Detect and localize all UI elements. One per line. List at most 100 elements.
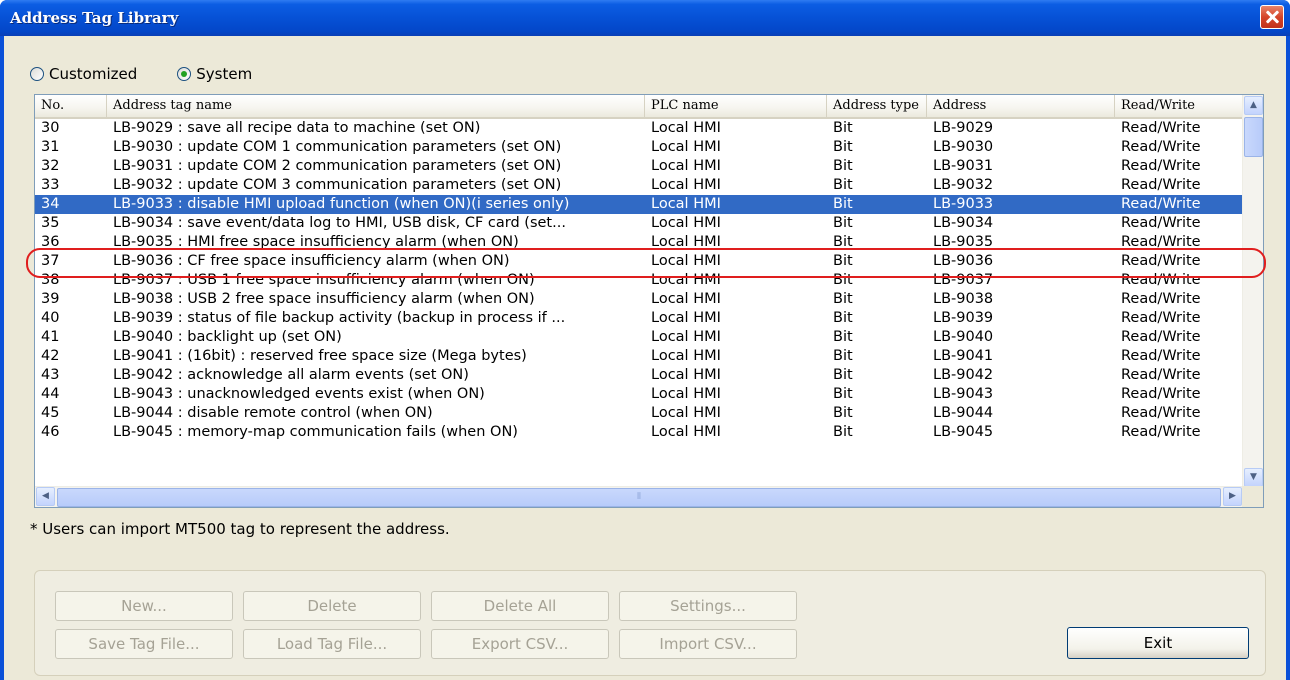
cell-address: LB-9041 [933, 348, 994, 364]
table-row[interactable]: 42 LB-9041 : (16bit) : reserved free spac… [35, 347, 1243, 366]
table-row[interactable]: 35 LB-9034 : save event/data log to HMI, … [35, 214, 1243, 233]
title-bar[interactable]: Address Tag Library [0, 0, 1290, 36]
column-header-no[interactable]: No. [35, 95, 107, 117]
import-csv-button[interactable]: Import CSV... [619, 629, 797, 659]
cell-read-write: Read/Write [1121, 215, 1201, 231]
delete-all-button[interactable]: Delete All [431, 591, 609, 621]
cell-read-write: Read/Write [1121, 158, 1201, 174]
cell-no: 33 [41, 177, 60, 193]
cell-address-tag-name: LB-9035 : HMI free space insufficiency a… [113, 234, 519, 250]
column-header-address[interactable]: Address [927, 95, 1115, 117]
cell-address: LB-9038 [933, 291, 994, 307]
table-row[interactable]: 46 LB-9045 : memory-map communication fai… [35, 423, 1243, 442]
cell-address-type: Bit [833, 196, 853, 212]
cell-address-type: Bit [833, 424, 853, 440]
cell-plc-name: Local HMI [651, 177, 721, 193]
horizontal-scrollbar[interactable]: ◀ ⦀ ▶ [35, 486, 1243, 507]
dialog-window: Address Tag Library Customized System No… [0, 0, 1290, 680]
save-tag-file-button[interactable]: Save Tag File... [55, 629, 233, 659]
new-button[interactable]: New... [55, 591, 233, 621]
table-row[interactable]: 38 LB-9037 : USB 1 free space insufficien… [35, 271, 1243, 290]
cell-read-write: Read/Write [1121, 424, 1201, 440]
close-icon[interactable] [1260, 5, 1284, 29]
cell-plc-name: Local HMI [651, 367, 721, 383]
cell-read-write: Read/Write [1121, 329, 1201, 345]
delete-button[interactable]: Delete [243, 591, 421, 621]
cell-address-tag-name: LB-9029 : save all recipe data to machin… [113, 120, 481, 136]
cell-plc-name: Local HMI [651, 405, 721, 421]
cell-no: 44 [41, 386, 60, 402]
column-header-address-tag-name[interactable]: Address tag name [107, 95, 645, 117]
cell-address: LB-9044 [933, 405, 994, 421]
export-csv-button[interactable]: Export CSV... [431, 629, 609, 659]
settings-button[interactable]: Settings... [619, 591, 797, 621]
radio-system[interactable]: System [177, 65, 252, 83]
cell-address-tag-name: LB-9030 : update COM 1 communication par… [113, 139, 562, 155]
arrow-right-icon[interactable]: ▶ [1223, 487, 1242, 506]
table-row[interactable]: 45 LB-9044 : disable remote control (when… [35, 404, 1243, 423]
vertical-scroll-thumb[interactable] [1244, 117, 1263, 157]
cell-read-write: Read/Write [1121, 234, 1201, 250]
table-row[interactable]: 39 LB-9038 : USB 2 free space insufficien… [35, 290, 1243, 309]
cell-address-type: Bit [833, 234, 853, 250]
cell-read-write: Read/Write [1121, 177, 1201, 193]
cell-no: 36 [41, 234, 60, 250]
arrow-down-icon[interactable]: ▼ [1244, 468, 1263, 487]
column-header-plc-name[interactable]: PLC name [645, 95, 827, 117]
cell-address-type: Bit [833, 386, 853, 402]
table-row[interactable]: 41 LB-9040 : backlight up (set ON) Local H… [35, 328, 1243, 347]
table-row[interactable]: 37 LB-9036 : CF free space insufficiency … [35, 252, 1243, 271]
arrow-left-icon[interactable]: ◀ [36, 487, 55, 506]
address-tag-list[interactable]: No. Address tag name PLC name Address ty… [34, 94, 1264, 508]
cell-address-type: Bit [833, 177, 853, 193]
cell-address-tag-name: LB-9045 : memory-map communication fails… [113, 424, 518, 440]
cell-address-tag-name: LB-9044 : disable remote control (when O… [113, 405, 433, 421]
cell-address-type: Bit [833, 405, 853, 421]
cell-address-tag-name: LB-9043 : unacknowledged events exist (w… [113, 386, 485, 402]
cell-no: 46 [41, 424, 60, 440]
cell-address: LB-9039 [933, 310, 994, 326]
table-row[interactable]: 30 LB-9029 : save all recipe data to mach… [35, 119, 1243, 138]
cell-address-tag-name: LB-9033 : disable HMI upload function (w… [113, 196, 570, 212]
horizontal-scroll-thumb[interactable]: ⦀ [57, 488, 1221, 507]
load-tag-file-button[interactable]: Load Tag File... [243, 629, 421, 659]
cell-no: 37 [41, 253, 60, 269]
cell-plc-name: Local HMI [651, 253, 721, 269]
exit-button[interactable]: Exit [1067, 627, 1249, 659]
cell-plc-name: Local HMI [651, 424, 721, 440]
cell-address: LB-9030 [933, 139, 994, 155]
cell-plc-name: Local HMI [651, 234, 721, 250]
cell-address-tag-name: LB-9041 : (16bit) : reserved free space … [113, 348, 527, 364]
cell-address-type: Bit [833, 215, 853, 231]
column-header-read-write[interactable]: Read/Write [1115, 95, 1243, 117]
table-row[interactable]: 40 LB-9039 : status of file backup activi… [35, 309, 1243, 328]
arrow-up-icon[interactable]: ▲ [1244, 96, 1263, 115]
radio-circle-icon[interactable] [30, 67, 44, 81]
cell-plc-name: Local HMI [651, 310, 721, 326]
cell-address: LB-9040 [933, 329, 994, 345]
table-row[interactable]: 36 LB-9035 : HMI free space insufficiency… [35, 233, 1243, 252]
cell-address-type: Bit [833, 272, 853, 288]
table-row[interactable]: 31 LB-9030 : update COM 1 communication p… [35, 138, 1243, 157]
cell-address-tag-name: LB-9042 : acknowledge all alarm events (… [113, 367, 469, 383]
vertical-scrollbar[interactable]: ▲ ▼ [1242, 95, 1263, 488]
table-row[interactable]: 33 LB-9032 : update COM 3 communication p… [35, 176, 1243, 195]
cell-address-type: Bit [833, 253, 853, 269]
table-row[interactable]: 43 LB-9042 : acknowledge all alarm events… [35, 366, 1243, 385]
column-header-address-type[interactable]: Address type [827, 95, 927, 117]
table-row[interactable]: 34 LB-9033 : disable HMI upload function … [35, 195, 1243, 214]
radio-customized[interactable]: Customized [30, 65, 137, 83]
table-row[interactable]: 44 LB-9043 : unacknowledged events exist … [35, 385, 1243, 404]
cell-no: 43 [41, 367, 60, 383]
radio-checked-icon[interactable] [177, 67, 192, 81]
cell-address: LB-9042 [933, 367, 994, 383]
cell-plc-name: Local HMI [651, 329, 721, 345]
cell-read-write: Read/Write [1121, 291, 1201, 307]
cell-no: 38 [41, 272, 60, 288]
cell-address: LB-9034 [933, 215, 994, 231]
cell-plc-name: Local HMI [651, 120, 721, 136]
table-row[interactable]: 32 LB-9031 : update COM 2 communication p… [35, 157, 1243, 176]
cell-plc-name: Local HMI [651, 386, 721, 402]
cell-address-type: Bit [833, 329, 853, 345]
cell-plc-name: Local HMI [651, 272, 721, 288]
